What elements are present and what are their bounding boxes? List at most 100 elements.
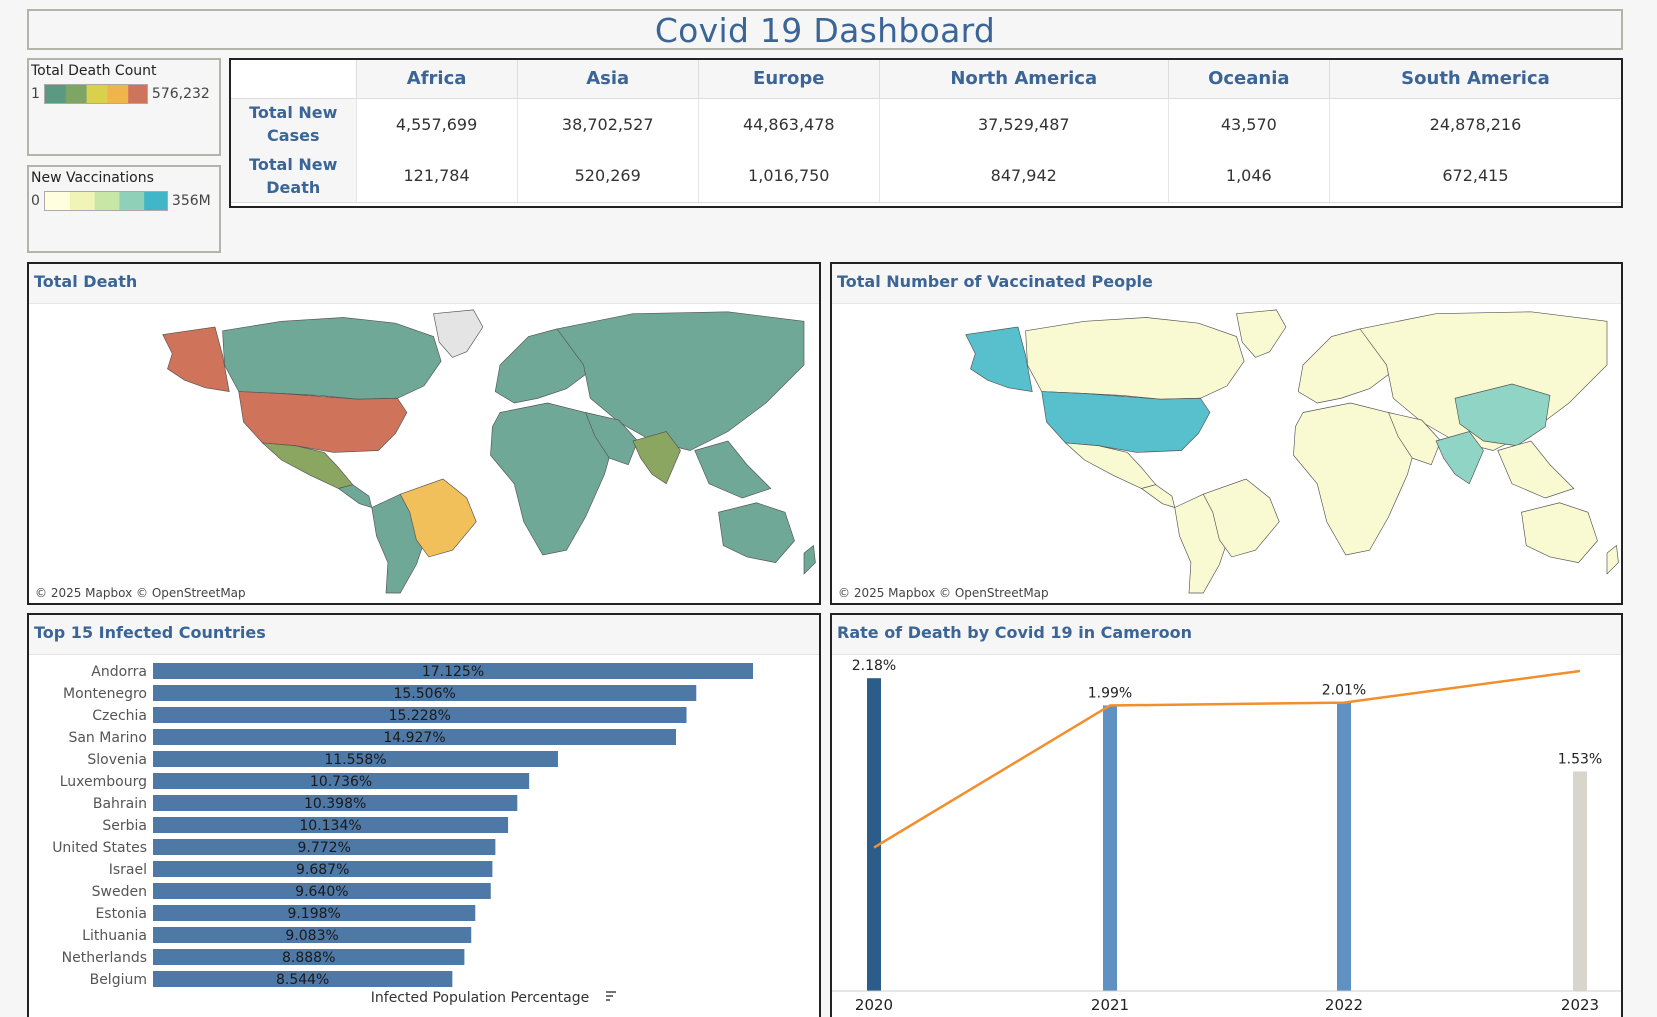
table-row: Total New Death 121,784 520,269 1,016,75…	[231, 150, 1621, 203]
bar-category-label: Czechia	[92, 708, 147, 724]
total-death-map-panel: Total Death © 2025 Mapbox © OpenStreetMa…	[27, 262, 821, 605]
map-region-canada[interactable]	[222, 317, 442, 400]
kpi-header-row: Africa Asia Europe North America Oceania…	[231, 60, 1621, 99]
kpi-row-label: Total New Death	[231, 150, 356, 203]
x-tick-label: 2020	[855, 996, 893, 1014]
kpi-cell[interactable]: 4,557,699	[355, 98, 518, 150]
legend-vacc-min: 0	[31, 193, 40, 209]
vaccinated-map[interactable]: © 2025 Mapbox © OpenStreetMap	[832, 304, 1621, 603]
cameroon-death-rate-chart[interactable]: 2.18% 2020 1.99% 2021 2.01% 2022 1.53% 2023	[832, 655, 1621, 1015]
cameroon-death-rate-title: Rate of Death by Covid 19 in Cameroon	[832, 615, 1621, 655]
legend-death-scale: 1 576,232	[31, 84, 217, 104]
bar-category-label: Lithuania	[82, 928, 147, 944]
legend-vacc-ramp	[43, 191, 168, 211]
kpi-row-label: Total New Cases	[231, 98, 356, 150]
bar-category-label: Estonia	[95, 906, 147, 922]
bar-data-label: 10.736%	[310, 774, 372, 790]
kpi-cell[interactable]: 520,269	[516, 150, 699, 203]
bar-data-label: 8.888%	[282, 950, 335, 966]
kpi-col-europe[interactable]: Europe	[697, 60, 880, 99]
top-infected-title: Top 15 Infected Countries	[29, 615, 819, 655]
bar-data-label: 9.640%	[295, 884, 348, 900]
bar-data-label: 17.125%	[422, 664, 484, 680]
bar-data-label: 9.772%	[297, 840, 350, 856]
kpi-corner	[231, 60, 356, 99]
kpi-cell[interactable]: 43,570	[1167, 98, 1330, 150]
legend-swatch	[44, 192, 71, 210]
bar[interactable]	[867, 678, 881, 991]
legend-swatch	[144, 192, 167, 210]
kpi-col-north-america[interactable]: North America	[878, 60, 1169, 99]
x-tick-label: 2022	[1325, 996, 1363, 1014]
bar-data-label: 9.083%	[285, 928, 338, 944]
legend-vacc-max: 356M	[171, 193, 211, 209]
legend-swatch	[107, 85, 129, 103]
kpi-cell[interactable]: 37,529,487	[878, 98, 1169, 150]
bar-data-label: 10.398%	[304, 796, 366, 812]
bar-data-label: 9.687%	[296, 862, 349, 878]
x-tick-label: 2021	[1091, 996, 1129, 1014]
top-infected-bar-chart[interactable]: Andorra 17.125% Montenegro 15.506% Czechia 15…	[29, 655, 819, 1015]
legend-death-max: 576,232	[151, 86, 210, 102]
bar-category-label: Montenegro	[63, 686, 147, 702]
x-axis-label: Infected Population Percentage	[371, 990, 589, 1006]
kpi-col-asia[interactable]: Asia	[516, 60, 699, 99]
dashboard-title-box: Covid 19 Dashboard	[27, 9, 1623, 50]
x-tick-label: 2023	[1561, 996, 1599, 1014]
bar-data-label: 14.927%	[383, 730, 445, 746]
bar-category-label: San Marino	[68, 730, 147, 746]
bar[interactable]	[1337, 702, 1351, 991]
trend-line[interactable]	[873, 669, 1581, 849]
bar-data-label: 8.544%	[276, 972, 329, 988]
bar-data-label: 15.506%	[393, 686, 455, 702]
kpi-cell[interactable]: 1,046	[1167, 150, 1330, 203]
kpi-cell[interactable]: 672,415	[1328, 150, 1621, 203]
table-row: Total New Cases 4,557,699 38,702,527 44,…	[231, 98, 1621, 150]
vaccinated-map-panel: Total Number of Vaccinated People © 2025…	[830, 262, 1623, 605]
bar[interactable]	[1103, 705, 1117, 991]
sort-icon[interactable]	[606, 991, 616, 1001]
world-map-death[interactable]	[29, 304, 819, 603]
kpi-col-south-america[interactable]: South America	[1328, 60, 1621, 99]
kpi-cell[interactable]: 24,878,216	[1328, 98, 1621, 150]
kpi-cell[interactable]: 1,016,750	[697, 150, 880, 203]
bar-category-label: Netherlands	[62, 950, 147, 966]
bar-data-label: 9.198%	[287, 906, 340, 922]
legend-swatch	[128, 85, 147, 103]
total-death-map[interactable]: © 2025 Mapbox © OpenStreetMap	[29, 304, 819, 603]
legend-vacc-scale: 0 356M	[31, 191, 217, 211]
legend-swatch	[86, 85, 108, 103]
kpi-cell[interactable]: 847,942	[878, 150, 1169, 203]
legend-death-title: Total Death Count	[31, 63, 157, 79]
bar-category-label: Slovenia	[87, 752, 147, 768]
legend-swatch	[44, 85, 67, 103]
map-death-attribution: © 2025 Mapbox © OpenStreetMap	[35, 586, 246, 600]
legend-new-vaccinations[interactable]: New Vaccinations 0 356M	[27, 165, 221, 253]
kpi-cell[interactable]: 121,784	[355, 150, 518, 203]
world-map-vaccinations[interactable]	[832, 304, 1621, 603]
bar[interactable]	[1573, 771, 1587, 991]
kpi-col-africa[interactable]: Africa	[355, 60, 518, 99]
bar-category-label: Bahrain	[93, 796, 147, 812]
legend-death-count[interactable]: Total Death Count 1 576,232	[27, 58, 221, 156]
bar-category-label: Belgium	[90, 972, 147, 988]
bar-category-label: Israel	[109, 862, 147, 878]
bar-category-label: Luxembourg	[60, 774, 147, 790]
kpi-cell[interactable]: 38,702,527	[516, 98, 699, 150]
legend-death-min: 1	[31, 86, 40, 102]
total-death-map-title: Total Death	[29, 264, 819, 304]
legend-swatch	[119, 192, 145, 210]
kpi-col-oceania[interactable]: Oceania	[1167, 60, 1330, 99]
kpi-cell[interactable]: 44,863,478	[697, 98, 880, 150]
bar-data-label: 10.134%	[299, 818, 361, 834]
bar-data-label: 1.53%	[1558, 751, 1602, 767]
map-region-canada[interactable]	[1025, 317, 1245, 400]
bar-data-label: 2.18%	[852, 658, 896, 674]
bar-category-label: United States	[52, 840, 147, 856]
legend-death-ramp	[43, 84, 148, 104]
bar-category-label: Andorra	[91, 664, 147, 680]
legend-swatch	[94, 192, 120, 210]
continent-kpi-table: Africa Asia Europe North America Oceania…	[229, 58, 1623, 208]
vaccinated-map-title: Total Number of Vaccinated People	[832, 264, 1621, 304]
top-infected-panel: Top 15 Infected Countries Andorra 17.125%…	[27, 613, 821, 1017]
